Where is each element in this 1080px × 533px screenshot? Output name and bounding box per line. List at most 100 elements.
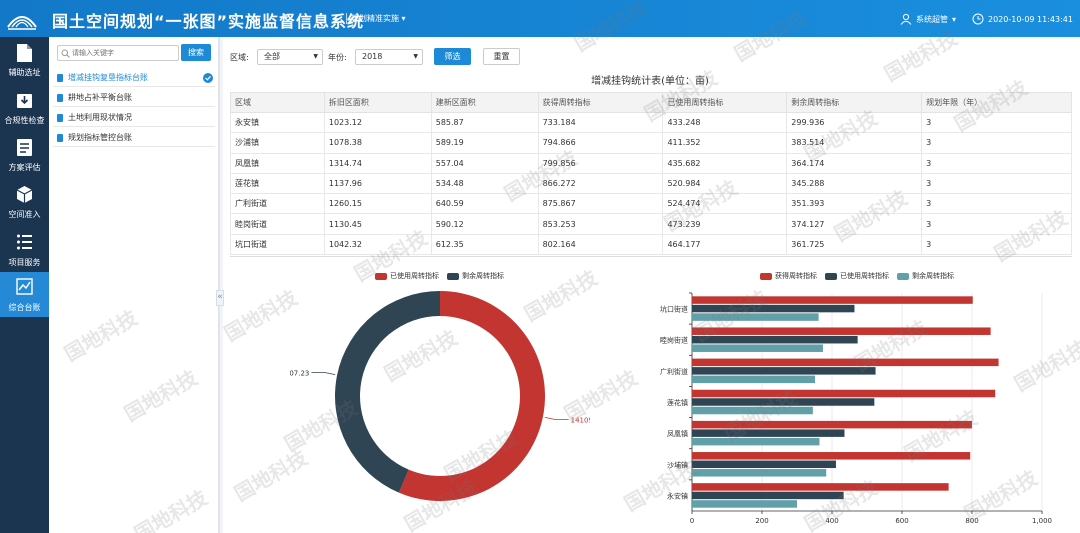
tree-item-label: 耕地占补平衡台账 — [68, 93, 132, 102]
table-cell: 3 — [921, 132, 1072, 154]
donut-slice — [335, 291, 440, 493]
table-cell: 612.35 — [430, 233, 539, 256]
table-cell: 坑口街道 — [230, 233, 325, 256]
legend-label: 获得周转指标 — [775, 272, 817, 280]
table-cell: 1314.74 — [323, 152, 432, 174]
sidebar-item-label: 综合台账 — [8, 303, 41, 312]
reset-button[interactable]: 重置 — [483, 48, 520, 65]
legend-swatch — [825, 272, 837, 280]
table-cell: 853.253 — [537, 213, 664, 235]
module-label: 规划精准实施 — [351, 14, 399, 23]
column-header: 规划年限（年） — [921, 92, 1072, 113]
bar — [692, 469, 827, 477]
table-cell: 1042.32 — [323, 233, 432, 256]
module-dropdown[interactable]: 规划精准实施 ▾ — [346, 13, 406, 24]
table-cell: 794.866 — [537, 132, 664, 154]
table-cell: 莲花镇 — [230, 172, 325, 195]
sidebar-item-compliance-check[interactable]: 合规性检查 — [0, 85, 49, 130]
sidebar: 辅助选址 合规性检查 方案评估 空间准入 项目服务 综合台账 — [0, 37, 49, 533]
bar — [692, 344, 823, 352]
sidebar-item-label: 项目服务 — [8, 258, 41, 267]
sidebar-item-spatial-access[interactable]: 空间准入 — [0, 179, 49, 224]
table-cell: 473.239 — [662, 213, 788, 235]
table-row[interactable]: 睦岗街道 1130.45 590.12 853.253 473.239 374.127 3 — [230, 213, 1072, 235]
table-cell: 590.12 — [430, 213, 539, 235]
legend-item[interactable]: 剩余周转指标 — [897, 271, 954, 281]
logo-icon — [7, 16, 37, 30]
table-cell: 520.984 — [662, 172, 788, 195]
column-header: 剩余周转指标 — [786, 92, 923, 113]
app-title: 国土空间规划“一张图”实施监督信息系统 — [52, 12, 365, 31]
table-row[interactable]: 坑口街道 1042.32 612.35 802.164 464.177 361.725 3 — [230, 233, 1072, 256]
table-title: 增减挂钩统计表(单位：亩) — [591, 76, 709, 87]
tree-item-linkage-ledger[interactable]: 增减挂钩复垦指标台账 — [53, 69, 215, 87]
tree-item-planning-indicators[interactable]: 规划指标管控台账 — [53, 129, 215, 147]
sidebar-item-site-selection[interactable]: 辅助选址 — [0, 37, 49, 82]
tree-item-land-use-status[interactable]: 土地利用现状情况 — [53, 109, 215, 127]
table-row[interactable]: 永安镇 1023.12 585.87 733.184 433.248 299.936 3 — [230, 111, 1072, 134]
bar — [692, 304, 855, 313]
clock-icon — [972, 13, 984, 25]
user-menu[interactable]: 系统超管 ▾ — [900, 13, 956, 25]
region-value: 全部 — [264, 52, 280, 61]
legend-swatch — [897, 272, 909, 280]
bar-legend: 获得周转指标 已使用周转指标 剩余周转指标 — [760, 271, 962, 281]
table-cell: 1137.96 — [323, 172, 432, 195]
bar — [692, 452, 971, 460]
legend-item[interactable]: 剩余周转指标 — [447, 271, 504, 281]
category-label: 凤凰镇 — [667, 429, 688, 438]
legend-label: 剩余周转指标 — [912, 272, 954, 280]
legend-item[interactable]: 已使用周转指标 — [375, 271, 439, 281]
bar — [692, 358, 999, 367]
bar — [692, 296, 973, 304]
sidebar-item-plan-evaluation[interactable]: 方案评估 — [0, 132, 49, 177]
year-label: 年份: — [328, 53, 347, 62]
legend-item[interactable]: 已使用周转指标 — [825, 271, 889, 281]
search-input[interactable] — [72, 47, 176, 59]
chevron-down-icon: ▼ — [313, 53, 318, 60]
data-label: 14109.63 — [571, 416, 590, 424]
table-row[interactable]: 沙浦镇 1078.38 589.19 794.866 411.352 383.514 3 — [230, 132, 1072, 154]
collapse-handle[interactable]: « — [216, 290, 224, 306]
table-cell: 435.682 — [662, 152, 788, 174]
table-cell: 凤凰镇 — [230, 152, 325, 174]
check-circle-icon — [203, 73, 213, 83]
bar — [692, 491, 844, 500]
sidebar-item-project-service[interactable]: 项目服务 — [0, 227, 49, 272]
region-label: 区域: — [230, 53, 249, 62]
chart-line-icon — [16, 278, 33, 295]
table-cell: 374.127 — [786, 213, 923, 235]
table-cell: 1023.12 — [323, 111, 432, 134]
year-select[interactable]: 2018 ▼ — [355, 49, 423, 65]
cube-icon — [16, 186, 33, 203]
table-cell: 广利街道 — [230, 193, 325, 215]
bar — [692, 420, 972, 429]
table-row[interactable]: 莲花镇 1137.96 534.48 866.272 520.984 345.288 3 — [230, 172, 1072, 195]
tick-label: 400 — [825, 517, 838, 525]
bar — [692, 335, 858, 344]
year-value: 2018 — [362, 52, 383, 61]
table-body: 永安镇 1023.12 585.87 733.184 433.248 299.936 3 沙浦… — [230, 111, 1072, 256]
report-icon — [17, 139, 32, 156]
file-icon — [57, 114, 63, 122]
user-name: 系统超管 — [916, 14, 948, 24]
legend-swatch — [760, 272, 772, 280]
leader-line — [311, 372, 336, 376]
bar-chart: 0 200 400 600 800 1,000 永安镇 沙埔镇 凤凰镇 莲花镇 广利街道 睦岗街道 坑口… — [660, 292, 1052, 525]
table-row[interactable]: 广利街道 1260.15 640.59 875.867 524.474 351.393 3 — [230, 193, 1072, 215]
search-button[interactable]: 搜索 — [181, 44, 211, 61]
table-row[interactable]: 凤凰镇 1314.74 557.04 799.856 435.682 364.174 3 — [230, 152, 1072, 174]
top-header: 国土空间规划“一张图”实施监督信息系统 规划精准实施 ▾ 系统超管 ▾ 2020-… — [0, 0, 1080, 37]
filter-button[interactable]: 筛选 — [434, 48, 471, 65]
legend-item[interactable]: 获得周转指标 — [760, 271, 817, 281]
legend-label: 已使用周转指标 — [390, 272, 439, 280]
download-box-icon — [17, 94, 32, 108]
table-cell: 3 — [921, 172, 1072, 195]
tree-item-farmland-balance[interactable]: 耕地占补平衡台账 — [53, 89, 215, 107]
sidebar-item-ledger[interactable]: 综合台账 — [0, 272, 49, 317]
chevron-down-icon: ▾ — [952, 14, 957, 24]
region-select[interactable]: 全部 ▼ — [257, 49, 323, 65]
tick-label: 0 — [690, 517, 694, 525]
bar — [692, 327, 991, 335]
stats-table: 区域 拆旧区面积 建新区面积 获得周转指标 已使用周转指标 剩余周转指标 规划年限（年） 永… — [230, 92, 1072, 256]
